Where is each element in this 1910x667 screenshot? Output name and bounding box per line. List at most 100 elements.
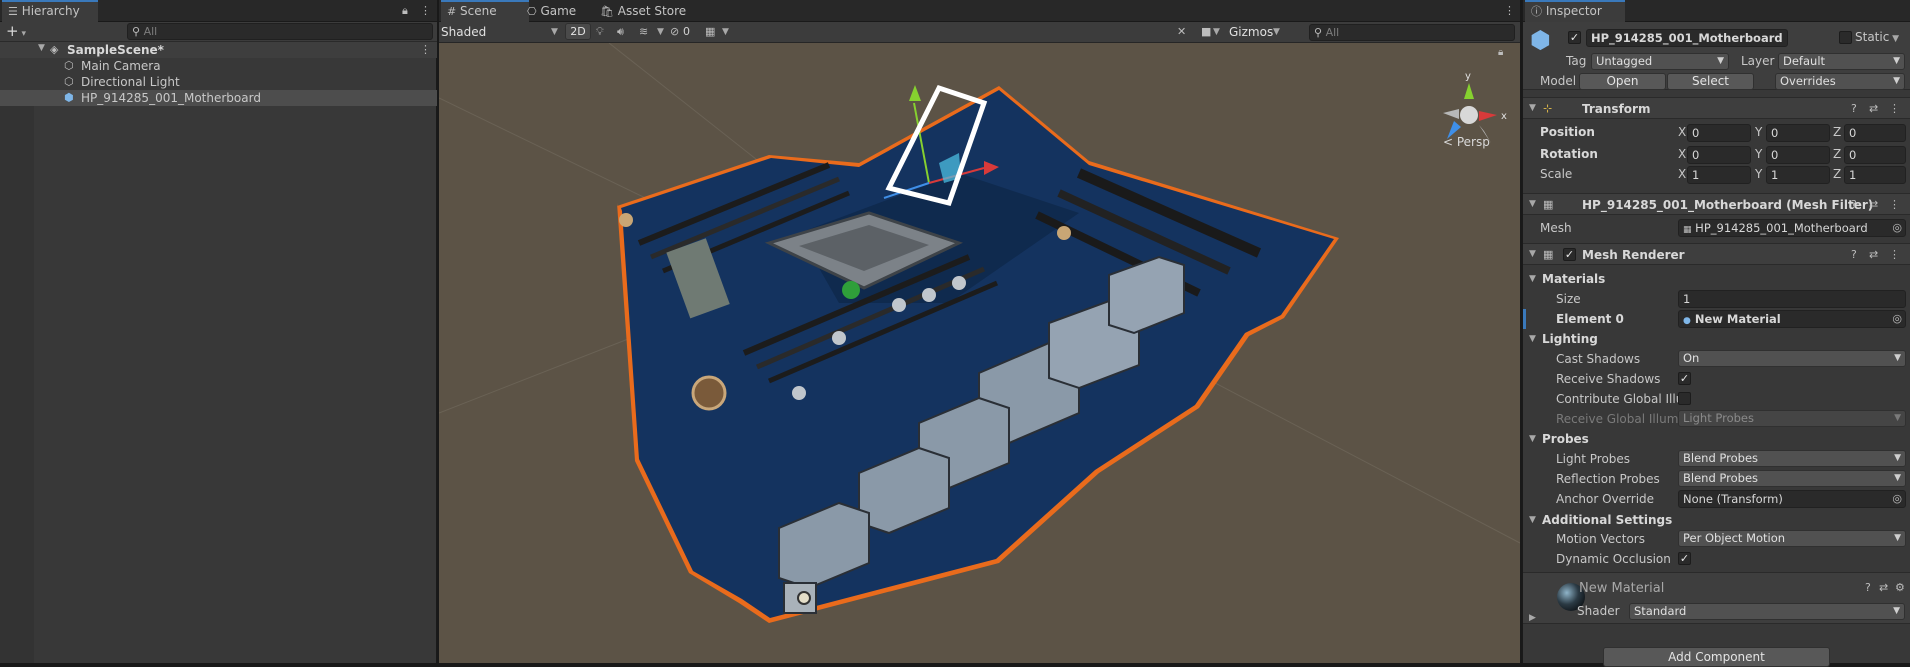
add-component-button[interactable]: Add Component <box>1603 647 1830 667</box>
object-picker-icon[interactable]: ◎ <box>1892 311 1902 327</box>
object-picker-icon[interactable]: ◎ <box>1892 491 1902 507</box>
element-0-highlight <box>1523 309 1526 329</box>
more-options-icon[interactable]: ⋮ <box>420 3 431 19</box>
layer-dropdown[interactable]: Default ▼ <box>1778 53 1905 70</box>
anchor-override-label: Anchor Override <box>1556 492 1655 506</box>
static-dropdown[interactable]: Static ▼ <box>1855 30 1899 44</box>
active-checkbox[interactable]: ✓ <box>1568 31 1581 44</box>
shading-mode-dropdown[interactable]: Shaded ▼ <box>441 23 561 41</box>
receive-shadows-checkbox[interactable]: ✓ <box>1678 372 1691 385</box>
tag-dropdown[interactable]: Untagged ▼ <box>1591 53 1729 70</box>
tab-scene-label: Scene <box>460 4 497 18</box>
cast-shadows-dropdown[interactable]: On ▼ <box>1678 350 1906 367</box>
element0-object-field[interactable]: ● New Material ◎ <box>1678 310 1906 328</box>
scale-z-label: Z <box>1833 167 1842 181</box>
open-button[interactable]: Open <box>1579 73 1666 90</box>
hierarchy-item[interactable]: ⬡ Directional Light <box>0 74 437 90</box>
component-menu-icon[interactable]: ⋮ <box>1889 101 1900 117</box>
scale-y-field[interactable]: 1 <box>1766 166 1830 184</box>
scene-search-input[interactable]: ⚲ All <box>1309 24 1515 41</box>
size-label: Size <box>1556 292 1581 306</box>
camera-icon[interactable]: ■ <box>1201 24 1211 40</box>
lighting-foldout-icon[interactable]: ▼ <box>1529 334 1536 344</box>
mesh-object-field[interactable]: ▦ HP_914285_001_Motherboard ◎ <box>1678 219 1906 237</box>
2d-toggle-button[interactable]: 2D <box>565 23 591 40</box>
preset-icon[interactable]: ⇄ <box>1869 197 1878 213</box>
position-x-field[interactable]: 0 <box>1687 124 1751 142</box>
shader-dropdown[interactable]: Standard ▼ <box>1629 603 1905 620</box>
mesh-renderer-title: Mesh Renderer <box>1582 248 1685 262</box>
chevron-down-icon: ▼ <box>1893 56 1900 66</box>
chevron-down-icon[interactable]: ▼ <box>1213 27 1220 37</box>
chevron-down-icon[interactable]: ▼ <box>657 27 664 37</box>
select-button[interactable]: Select <box>1667 73 1754 90</box>
position-z-field[interactable]: 0 <box>1844 124 1906 142</box>
hidden-objects-toggle[interactable]: ⊘ 0 <box>670 24 700 40</box>
scale-z-field[interactable]: 1 <box>1844 166 1906 184</box>
grid-toggle-icon[interactable]: ▦ <box>705 24 715 40</box>
lighting-toggle-icon[interactable]: 💡︎ <box>596 24 604 40</box>
dynamic-occlusion-checkbox[interactable]: ✓ <box>1678 552 1691 565</box>
component-menu-icon[interactable]: ⋮ <box>1889 197 1900 213</box>
additional-settings-foldout-icon[interactable]: ▼ <box>1529 515 1536 525</box>
tab-inspector[interactable]: ⓘ Inspector <box>1525 0 1625 23</box>
tools-icon[interactable]: ✕ <box>1177 24 1186 40</box>
tab-scene[interactable]: # Scene <box>441 0 529 23</box>
hierarchy-search-input[interactable]: ⚲ All <box>127 23 433 40</box>
scene-more-options-icon[interactable]: ⋮ <box>1504 3 1515 19</box>
anchor-override-field[interactable]: None (Transform) ◎ <box>1678 490 1906 508</box>
hierarchy-item-selected[interactable]: ⬢ HP_914285_001_Motherboard <box>0 90 437 106</box>
scene-viewport[interactable]: x y 🔒︎ < Persp <box>439 43 1520 663</box>
mesh-renderer-header[interactable]: ▼ ▦ ✓ Mesh Renderer ? ⇄ ⋮ <box>1523 243 1910 265</box>
rotation-z-field[interactable]: 0 <box>1844 146 1906 164</box>
tab-hierarchy[interactable]: ☰ Hierarchy <box>2 0 98 23</box>
help-icon[interactable]: ? <box>1851 247 1857 263</box>
gizmos-dropdown[interactable]: Gizmos ▼ <box>1225 23 1283 41</box>
overrides-dropdown[interactable]: Overrides ▼ <box>1775 73 1905 90</box>
rotation-y-field[interactable]: 0 <box>1766 146 1830 164</box>
contribute-gi-checkbox[interactable] <box>1678 392 1691 405</box>
preset-icon[interactable]: ⇄ <box>1869 101 1878 117</box>
help-icon[interactable]: ? <box>1851 197 1857 213</box>
preset-icon[interactable]: ⇄ <box>1879 580 1888 596</box>
expand-arrow-icon[interactable]: ▶ <box>1529 613 1536 623</box>
effects-icon[interactable]: ≋ <box>639 24 648 40</box>
motion-vectors-dropdown[interactable]: Per Object Motion ▼ <box>1678 530 1906 547</box>
light-probes-dropdown[interactable]: Blend Probes ▼ <box>1678 450 1906 467</box>
mesh-renderer-enabled-checkbox[interactable]: ✓ <box>1563 248 1576 261</box>
component-menu-icon[interactable]: ⋮ <box>1889 247 1900 263</box>
settings-gear-icon[interactable]: ⚙ <box>1895 580 1905 596</box>
create-button[interactable]: + ▾ <box>6 23 34 40</box>
scene-more-options-icon[interactable]: ⋮ <box>420 42 431 58</box>
projection-toggle[interactable]: < Persp <box>1443 135 1490 149</box>
expand-arrow-icon[interactable]: ▼ <box>1529 199 1536 209</box>
expand-arrow-icon[interactable]: ▼ <box>1529 103 1536 113</box>
scale-x-field[interactable]: 1 <box>1687 166 1751 184</box>
chevron-down-icon: ▼ <box>1894 413 1901 423</box>
transform-header[interactable]: ▼ ⊹ Transform ? ⇄ ⋮ <box>1523 97 1910 119</box>
lock-icon[interactable]: 🔒︎ <box>402 3 408 19</box>
probes-foldout-icon[interactable]: ▼ <box>1529 434 1536 444</box>
rotation-x-field[interactable]: 0 <box>1687 146 1751 164</box>
scene-search-placeholder: All <box>1325 26 1340 39</box>
materials-foldout-icon[interactable]: ▼ <box>1529 274 1536 284</box>
object-picker-icon[interactable]: ◎ <box>1892 220 1902 236</box>
tab-asset-store[interactable]: 🛍︎ Asset Store <box>594 0 692 22</box>
expand-arrow-icon[interactable]: ▼ <box>38 43 45 53</box>
expand-arrow-icon[interactable]: ▼ <box>1529 249 1536 259</box>
tab-game[interactable]: ⎔ Game <box>521 0 582 22</box>
position-y-field[interactable]: 0 <box>1766 124 1830 142</box>
hierarchy-item[interactable]: ⬡ Main Camera <box>0 58 437 74</box>
preset-icon[interactable]: ⇄ <box>1869 247 1878 263</box>
reflection-probes-dropdown[interactable]: Blend Probes ▼ <box>1678 470 1906 487</box>
static-checkbox[interactable] <box>1839 31 1852 44</box>
mesh-filter-header[interactable]: ▼ ▦ HP_914285_001_Motherboard (Mesh Filt… <box>1523 193 1910 215</box>
object-name-field[interactable]: HP_914285_001_Motherboard <box>1586 29 1788 47</box>
help-icon[interactable]: ? <box>1851 101 1857 117</box>
size-field[interactable]: 1 <box>1678 290 1906 308</box>
help-icon[interactable]: ? <box>1865 580 1871 596</box>
scene-row[interactable]: ▼ ◈ SampleScene* ⋮ <box>0 42 437 58</box>
view-gizmo-lock-icon[interactable]: 🔒︎ <box>1498 45 1503 61</box>
chevron-down-icon[interactable]: ▼ <box>722 27 729 37</box>
audio-toggle-icon[interactable]: 🔊︎ <box>617 24 624 40</box>
